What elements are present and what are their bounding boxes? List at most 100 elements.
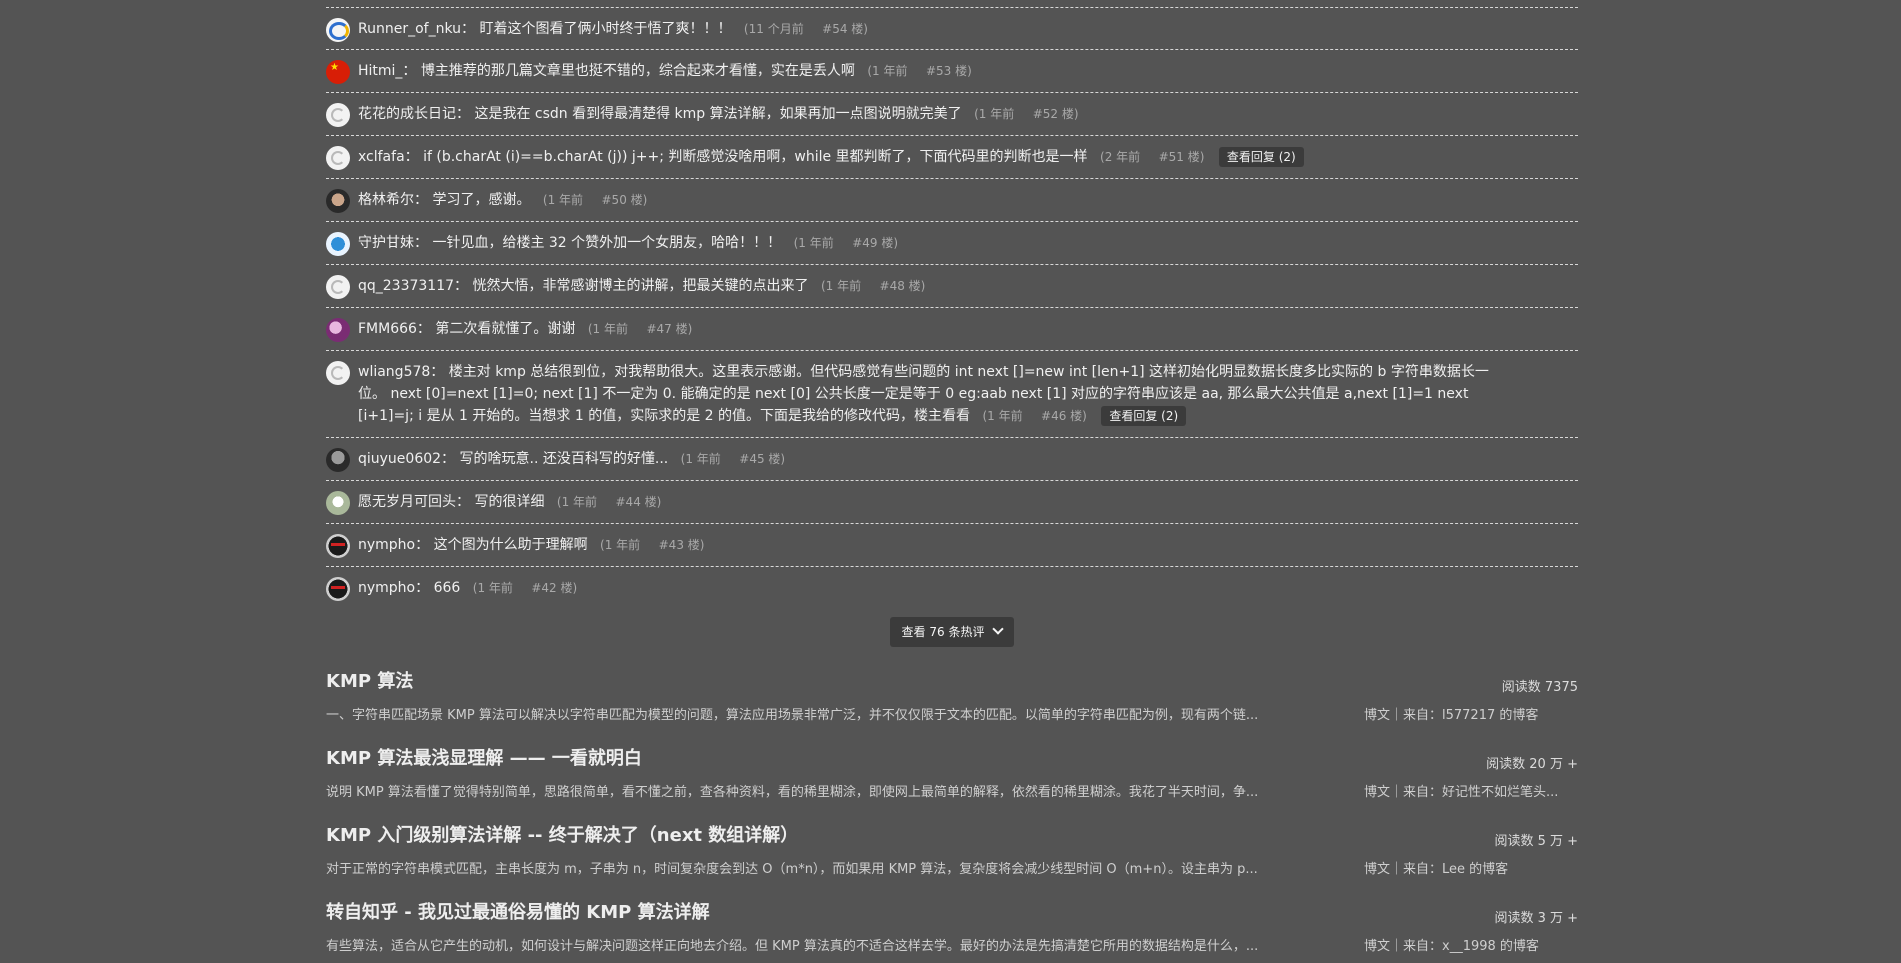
comment-text: 盯着这个图看了俩小时终于悟了爽！！！ [479,21,732,37]
comment-item: 守护甘妹： 一针见血，给楼主 32 个赞外加一个女朋友，哈哈！！！ (1 年前 … [326,222,1578,265]
comment-time: (1 年前 [472,581,513,595]
comment-body: nympho： 666 (1 年前 #42 楼) [358,577,1578,599]
comment-body: 花花的成长日记： 这是我在 csdn 看到得最清楚得 kmp 算法详解，如果再加… [358,103,1578,125]
user-avatar-icon[interactable] [326,577,350,601]
comment-body: wliang578： 楼主对 kmp 总结很到位，对我帮助很大。这里表示感谢。但… [358,361,1508,427]
related-article-title[interactable]: KMP 入门级别算法详解 -- 终于解决了（next 数组详解） [326,824,798,848]
comment-body: 愿无岁月可回头： 写的很详细 (1 年前 #44 楼) [358,491,1578,513]
comment-text: 写的很详细 [474,494,545,510]
comment-floor: #45 楼) [739,452,786,466]
related-article-desc: 一、字符串匹配场景 KMP 算法可以解决以字符串匹配为模型的问题，算法应用场景非… [326,708,1259,723]
comment-item: xclfafa： if (b.charAt (i)==b.charAt (j))… [326,136,1578,179]
related-article[interactable]: KMP 算法最浅显理解 —— 一看就明白 阅读数 20 万 + 说明 KMP 算… [326,747,1578,807]
related-article[interactable]: 转自知乎 - 我见过最通俗易懂的 KMP 算法详解 阅读数 3 万 + 有些算法… [326,901,1578,961]
comment-username[interactable]: qiuyue0602： [358,451,455,467]
user-avatar-icon[interactable] [326,60,350,84]
view-replies-button[interactable]: 查看回复 (2) [1101,406,1187,426]
comment-username[interactable]: xclfafa： [358,149,419,165]
comment-text: 666 [433,580,461,596]
comment-username[interactable]: wliang578： [358,364,444,380]
comment-username[interactable]: Hitmi_： [358,63,416,79]
comment-text: 一针见血，给楼主 32 个赞外加一个女朋友，哈哈！！！ [432,235,782,251]
comment-floor: #50 楼) [601,193,648,207]
related-article-source[interactable]: 博文｜来自：Lee 的博客 [1364,858,1578,877]
user-avatar-icon[interactable] [326,18,350,42]
comment-item: FMM666： 第二次看就懂了。谢谢 (1 年前 #47 楼) [326,308,1578,351]
comment-item: nympho： 这个图为什么助于理解啊 (1 年前 #43 楼) [326,524,1578,567]
comment-username[interactable]: 格林希尔： [358,192,428,208]
user-avatar-icon[interactable] [326,361,350,385]
comment-body: nympho： 这个图为什么助于理解啊 (1 年前 #43 楼) [358,534,1578,556]
user-avatar-icon[interactable] [326,189,350,213]
comment-item: 愿无岁月可回头： 写的很详细 (1 年前 #44 楼) [326,481,1578,524]
user-avatar-icon[interactable] [326,232,350,256]
comment-time: (1 年前 [974,107,1015,121]
comment-body: 守护甘妹： 一针见血，给楼主 32 个赞外加一个女朋友，哈哈！！！ (1 年前 … [358,232,1578,254]
comment-time: (1 年前 [680,452,721,466]
comment-username[interactable]: FMM666： [358,321,431,337]
comment-time: (1 年前 [600,538,641,552]
user-avatar-icon[interactable] [326,491,350,515]
related-article-desc: 有些算法，适合从它产生的动机，如何设计与解决问题这样正向地去介绍。但 KMP 算… [326,939,1259,954]
view-more-comments-button[interactable]: 查看 76 条热评 [890,617,1014,647]
comment-body: xclfafa： if (b.charAt (i)==b.charAt (j))… [358,146,1578,168]
related-article[interactable]: KMP 算法 阅读数 7375 一、字符串匹配场景 KMP 算法可以解决以字符串… [326,670,1578,730]
comment-floor: #46 楼) [1041,409,1087,423]
comment-username[interactable]: nympho： [358,580,429,596]
related-article[interactable]: KMP 入门级别算法详解 -- 终于解决了（next 数组详解） 阅读数 5 万… [326,824,1578,884]
comment-text: 恍然大悟，非常感谢博主的讲解，把最关键的点出来了 [472,278,809,294]
related-article-reads: 阅读数 20 万 + [1486,757,1578,772]
view-replies-button[interactable]: 查看回复 (2) [1218,147,1304,167]
comment-text: 楼主对 kmp 总结很到位，对我帮助很大。这里表示感谢。但代码感觉有些问题的 i… [358,364,1489,424]
comment-time: (2 年前 [1100,150,1141,164]
related-article-reads: 阅读数 3 万 + [1494,911,1578,926]
comment-floor: #48 楼) [879,279,926,293]
related-article-reads: 阅读数 7375 [1501,680,1578,695]
related-article-source[interactable]: 博文｜来自：x__1998 的博客 [1364,935,1578,954]
related-article-title[interactable]: KMP 算法 [326,670,413,694]
chevron-down-icon [992,623,1005,635]
comment-item: qiuyue0602： 写的啥玩意.. 还没百科写的好懂... (1 年前 #4… [326,438,1578,481]
comment-floor: #43 楼) [658,538,705,552]
user-avatar-icon[interactable] [326,275,350,299]
related-article-desc: 说明 KMP 算法看懂了觉得特别简单，思路很简单，看不懂之前，查各种资料，看的稀… [326,785,1259,800]
user-avatar-icon[interactable] [326,146,350,170]
comment-username[interactable]: qq_23373117： [358,278,468,294]
comment-text: 第二次看就懂了。谢谢 [435,321,576,337]
comment-floor: #47 楼) [646,322,693,336]
comment-time: (1 年前 [982,409,1023,423]
user-avatar-icon[interactable] [326,534,350,558]
comment-time: (1 年前 [793,236,834,250]
comment-username[interactable]: 愿无岁月可回头： [358,494,470,510]
related-article-title[interactable]: KMP 算法最浅显理解 —— 一看就明白 [326,747,642,771]
comment-item: Hitmi_： 博主推荐的那几篇文章里也挺不错的，综合起来才看懂，实在是丢人啊 … [326,50,1578,93]
comment-username[interactable]: nympho： [358,537,429,553]
comment-text: 这个图为什么助于理解啊 [433,537,588,553]
comment-username[interactable]: 花花的成长日记： [358,106,470,122]
comment-time: (1 年前 [820,279,862,293]
comment-floor: #54 楼) [822,22,868,36]
comment-floor: #52 楼) [1032,107,1079,121]
comment-time: (1 年前 [556,495,598,509]
user-avatar-icon[interactable] [326,103,350,127]
comment-text: if (b.charAt (i)==b.charAt (j)) j++; 判断感… [423,149,1088,165]
comment-floor: #51 楼) [1158,150,1205,164]
comment-item: wliang578： 楼主对 kmp 总结很到位，对我帮助很大。这里表示感谢。但… [326,351,1578,438]
comment-text: 博主推荐的那几篇文章里也挺不错的，综合起来才看懂，实在是丢人啊 [420,63,855,79]
comment-text: 这是我在 csdn 看到得最清楚得 kmp 算法详解，如果再加一点图说明就完美了 [474,106,962,122]
comment-time: (1 年前 [867,64,908,78]
user-avatar-icon[interactable] [326,318,350,342]
comment-text: 学习了，感谢。 [432,192,531,208]
related-article-source[interactable]: 博文｜来自：好记性不如烂笔头... [1364,781,1578,800]
comment-username[interactable]: Runner_of_nku： [358,21,475,37]
related-article-source[interactable]: 博文｜来自：l577217 的博客 [1364,704,1578,723]
user-avatar-icon[interactable] [326,448,350,472]
comment-body: FMM666： 第二次看就懂了。谢谢 (1 年前 #47 楼) [358,318,1578,340]
comment-item: 格林希尔： 学习了，感谢。 (1 年前 #50 楼) [326,179,1578,222]
comment-list: Runner_of_nku： 盯着这个图看了俩小时终于悟了爽！！！ (11 个月… [326,7,1578,610]
related-article-title[interactable]: 转自知乎 - 我见过最通俗易懂的 KMP 算法详解 [326,901,710,925]
comment-username[interactable]: 守护甘妹： [358,235,428,251]
view-more-label: 查看 76 条热评 [901,625,985,639]
related-article-desc: 对于正常的字符串模式匹配，主串长度为 m，子串为 n，时间复杂度会到达 O（m*… [326,862,1258,877]
comment-floor: #42 楼) [531,581,578,595]
